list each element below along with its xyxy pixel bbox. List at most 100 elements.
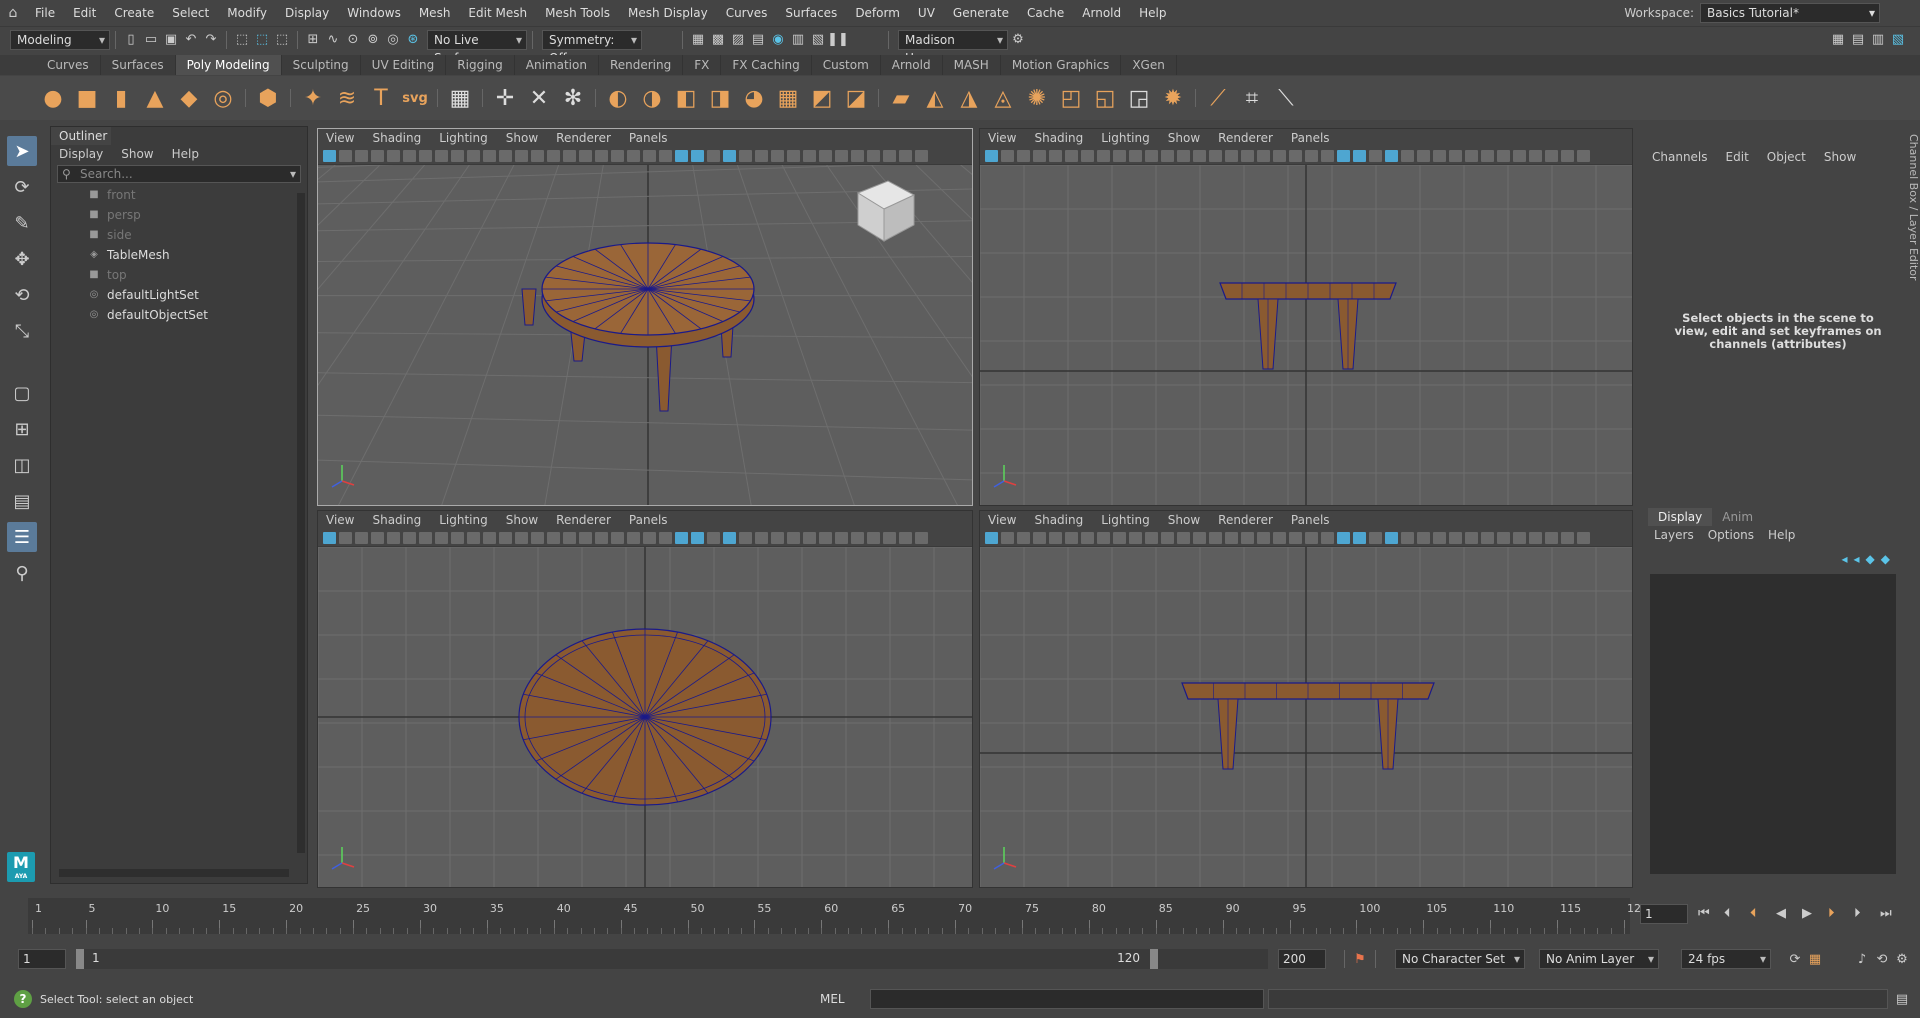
viewport-tool-icon[interactable] [899,149,912,162]
connect-icon[interactable]: ⟍ [1271,83,1301,113]
viewport-tool-icon[interactable] [659,531,672,544]
collapse-icon[interactable]: ◱ [1090,83,1120,113]
viewport-menu-renderer[interactable]: Renderer [1218,511,1273,529]
menu-display[interactable]: Display [276,0,338,26]
anim-layer-dropdown[interactable]: No Anim Layer [1539,949,1659,969]
menu-mesh-tools[interactable]: Mesh Tools [536,0,619,26]
viewport-tool-icon[interactable] [1321,531,1334,544]
viewport-canvas[interactable] [318,547,972,887]
step-back-key-icon[interactable]: ⏴ [1750,906,1757,921]
live-surface-dropdown[interactable]: No Live Surface [427,29,527,65]
viewport-tool-icon[interactable] [675,149,688,162]
shelf-tab-fx-caching[interactable]: FX Caching [721,55,812,75]
step-back-icon[interactable]: ⏴ [1724,906,1731,921]
viewport-tool-icon[interactable] [1145,149,1158,162]
offset-edge-icon[interactable]: ✹ [1158,83,1188,113]
viewport-tool-icon[interactable] [403,149,416,162]
viewport-tool-icon[interactable] [1193,149,1206,162]
viewport-menu-view[interactable]: View [988,129,1016,147]
modeling-toolkit-icon[interactable]: ▦ [1828,30,1848,50]
single-view-layout-icon[interactable]: ▢ [7,378,37,408]
viewport-tool-icon[interactable] [1561,149,1574,162]
viewport-tool-icon[interactable] [435,149,448,162]
range-start-handle[interactable] [76,949,84,969]
viewport-tool-icon[interactable] [387,531,400,544]
table-mesh[interactable] [1219,282,1397,370]
viewport-tool-icon[interactable] [1081,531,1094,544]
viewport-tool-icon[interactable] [1209,149,1222,162]
viewport-tool-icon[interactable] [1081,149,1094,162]
channel-box-side-tab[interactable]: Channel Box / Layer Editor [1902,134,1920,314]
menu-generate[interactable]: Generate [944,0,1018,26]
lasso-tool-icon[interactable]: ⟳ [7,172,37,202]
render-settings-icon[interactable]: ▤ [748,30,768,50]
range-bar[interactable]: 1 120 [76,949,1158,969]
bevel-icon[interactable]: ◭ [920,83,950,113]
viewport-tool-icon[interactable] [1545,531,1558,544]
center-pivot-icon[interactable]: ✛ [490,83,520,113]
outliner-item[interactable]: ■ side [51,225,307,245]
viewport-tool-icon[interactable] [1513,149,1526,162]
shelf-tab-arnold[interactable]: Arnold [881,55,943,75]
viewport-tool-icon[interactable] [867,531,880,544]
viewport-tool-icon[interactable] [1481,149,1494,162]
outliner-item[interactable]: ■ persp [51,205,307,225]
undo-icon[interactable]: ↶ [181,30,201,50]
viewport-menu-view[interactable]: View [326,129,354,147]
viewport-tool-icon[interactable] [1113,531,1126,544]
outliner-item[interactable]: ◎ defaultObjectSet [51,305,307,325]
viewport-tool-icon[interactable] [883,149,896,162]
viewport-tool-icon[interactable] [1113,149,1126,162]
viewport-top[interactable]: View Shading Lighting Show Renderer Panels [317,510,973,888]
quad-draw-icon[interactable]: ◪ [841,83,871,113]
render-frame-icon[interactable]: ▦ [688,30,708,50]
viewport-tool-icon[interactable] [403,531,416,544]
viewport-tool-icon[interactable] [1289,531,1302,544]
viewport-tool-icon[interactable] [1577,149,1590,162]
layer-editor-menu-options[interactable]: Options [1708,526,1754,544]
viewport-tool-icon[interactable] [723,531,736,544]
channel-box-icon[interactable]: ▧ [1888,30,1908,50]
layer-editor-tab-anim[interactable]: Anim [1712,508,1763,526]
tool-settings-icon[interactable]: ▥ [1868,30,1888,50]
viewport-tool-icon[interactable] [1017,149,1030,162]
viewport-tool-icon[interactable] [467,531,480,544]
viewport-tool-icon[interactable] [371,531,384,544]
channel-box-menu-edit[interactable]: Edit [1726,148,1749,166]
viewport-menu-renderer[interactable]: Renderer [556,129,611,147]
viewport-front[interactable]: View Shading Lighting Show Renderer Panels [979,128,1633,506]
viewport-tool-icon[interactable] [339,531,352,544]
viewport-tool-icon[interactable] [595,531,608,544]
viewport-menu-shading[interactable]: Shading [372,511,421,529]
menu-cache[interactable]: Cache [1018,0,1073,26]
menu-uv[interactable]: UV [909,0,944,26]
select-hierarchy-icon[interactable]: ⬚ [232,30,252,50]
new-layer-selected-icon[interactable]: ◆ [1881,552,1890,566]
render-view-icon[interactable]: ▩ [708,30,728,50]
new-scene-icon[interactable]: ▯ [121,30,141,50]
viewport-tool-icon[interactable] [1417,531,1430,544]
merge-icon[interactable]: ◰ [1056,83,1086,113]
viewport-tool-icon[interactable] [323,149,336,162]
outliner-menu-display[interactable]: Display [59,145,103,163]
poly-cube-icon[interactable]: ■ [72,83,102,113]
menu-mesh[interactable]: Mesh [410,0,460,26]
viewport-menu-lighting[interactable]: Lighting [1101,129,1150,147]
time-slider-track[interactable]: 1 5 10 15 20 25 30 35 40 45 50 55 60 65 70 75 80 85 90 95 10… [28,898,1648,934]
uv-editor-icon[interactable]: ▦ [445,83,475,113]
delete-history-icon[interactable]: ✕ [524,83,554,113]
scale-tool-icon[interactable]: ⤡ [7,316,37,346]
viewport-tool-icon[interactable] [659,149,672,162]
viewport-tool-icon[interactable] [1273,149,1286,162]
auto-key-icon[interactable]: ⚑ [1350,949,1370,969]
script-editor-icon[interactable]: ▤ [1892,989,1912,1009]
viewport-tool-icon[interactable] [1449,149,1462,162]
end-time-field[interactable]: 200 [1278,949,1326,969]
viewport-tool-icon[interactable] [1529,531,1542,544]
viewport-tool-icon[interactable] [483,149,496,162]
move-layer-up-icon[interactable]: ◂ [1841,552,1847,566]
animation-prefs-icon[interactable]: ⚙ [1892,949,1912,969]
viewport-tool-icon[interactable] [1241,149,1254,162]
shelf-tab-uv-editing[interactable]: UV Editing [361,55,447,75]
viewport-tool-icon[interactable] [755,531,768,544]
